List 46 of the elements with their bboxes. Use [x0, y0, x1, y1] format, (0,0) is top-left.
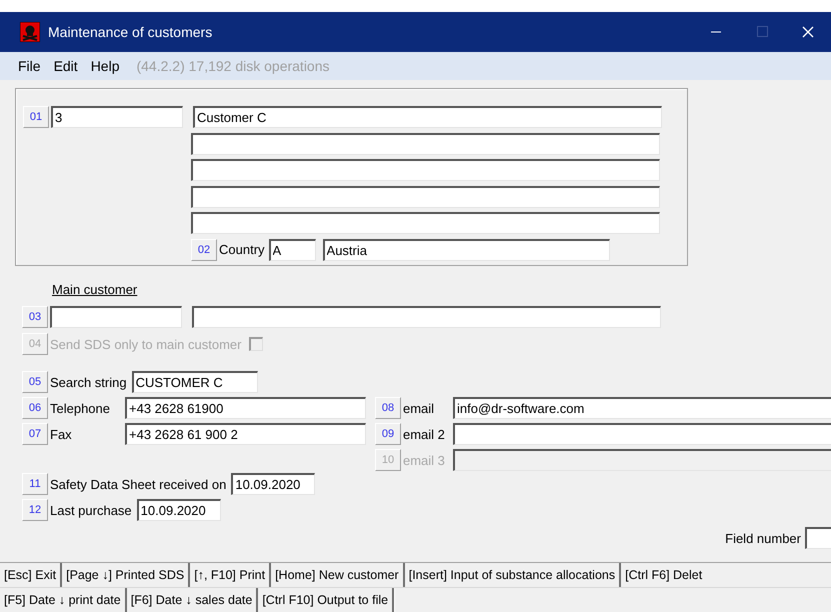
field-number-button[interactable]: 11 — [22, 473, 48, 495]
field-label: Field number — [725, 530, 801, 546]
field-label: Safety Data Sheet received on — [50, 476, 226, 492]
customer-name-field[interactable]: Customer C — [193, 106, 662, 128]
main-customer-name-field[interactable] — [192, 306, 661, 328]
phone-field[interactable]: +43 2628 61900 — [125, 397, 366, 419]
field-number-button[interactable]: 12 — [22, 499, 48, 521]
status-info: (44.2.2) 17,192 disk operations — [136, 58, 330, 74]
country-name-field[interactable]: Austria — [322, 238, 610, 260]
field-number-button[interactable]: 07 — [22, 423, 48, 445]
field-label: Fax — [50, 426, 73, 442]
field-number-button[interactable]: 06 — [22, 397, 48, 419]
field-label: Search string — [50, 374, 127, 390]
menu-item[interactable]: Help — [90, 58, 120, 74]
hazard-icon — [20, 22, 40, 42]
email-field[interactable]: info@dr-software.com — [453, 397, 831, 419]
phone-field[interactable]: +43 2628 61 900 2 — [125, 423, 366, 445]
field-number-button[interactable]: 03 — [22, 306, 48, 328]
field-label: email 2 — [403, 426, 446, 442]
customer-number-field[interactable]: 3 — [51, 106, 183, 128]
window-title: Maintenance of customers — [48, 24, 214, 40]
field-label: Send SDS only to main customer — [50, 336, 242, 352]
address-field[interactable] — [191, 132, 660, 154]
country-code-field[interactable]: A — [268, 238, 316, 260]
address-field[interactable] — [191, 212, 660, 234]
field-number-button[interactable]: 08 — [375, 397, 401, 419]
field-number-button[interactable]: 09 — [375, 423, 401, 445]
menu-item[interactable]: File — [18, 58, 41, 74]
section-heading: Main customer — [52, 283, 138, 297]
field-label: email — [403, 400, 436, 416]
date-field[interactable]: 10.09.2020 — [231, 473, 316, 495]
search-field[interactable]: CUSTOMER C — [132, 371, 258, 393]
field-label: email 3 — [403, 452, 446, 468]
field-label: Telephone — [50, 400, 111, 416]
main-customer-number-field[interactable] — [50, 306, 182, 328]
menu-item[interactable]: Edit — [54, 58, 78, 74]
field-label: Country — [219, 242, 265, 257]
field-number-field[interactable] — [805, 527, 831, 549]
address-field[interactable] — [191, 186, 660, 208]
field-number-button[interactable]: 02 — [191, 238, 217, 260]
address-field[interactable] — [191, 159, 660, 181]
field-number-button[interactable]: 05 — [22, 371, 48, 393]
field-number-button[interactable]: 01 — [23, 106, 49, 128]
date-field[interactable]: 10.09.2020 — [136, 499, 221, 521]
email-field[interactable] — [453, 423, 831, 445]
field-label: Last purchase — [50, 502, 132, 518]
